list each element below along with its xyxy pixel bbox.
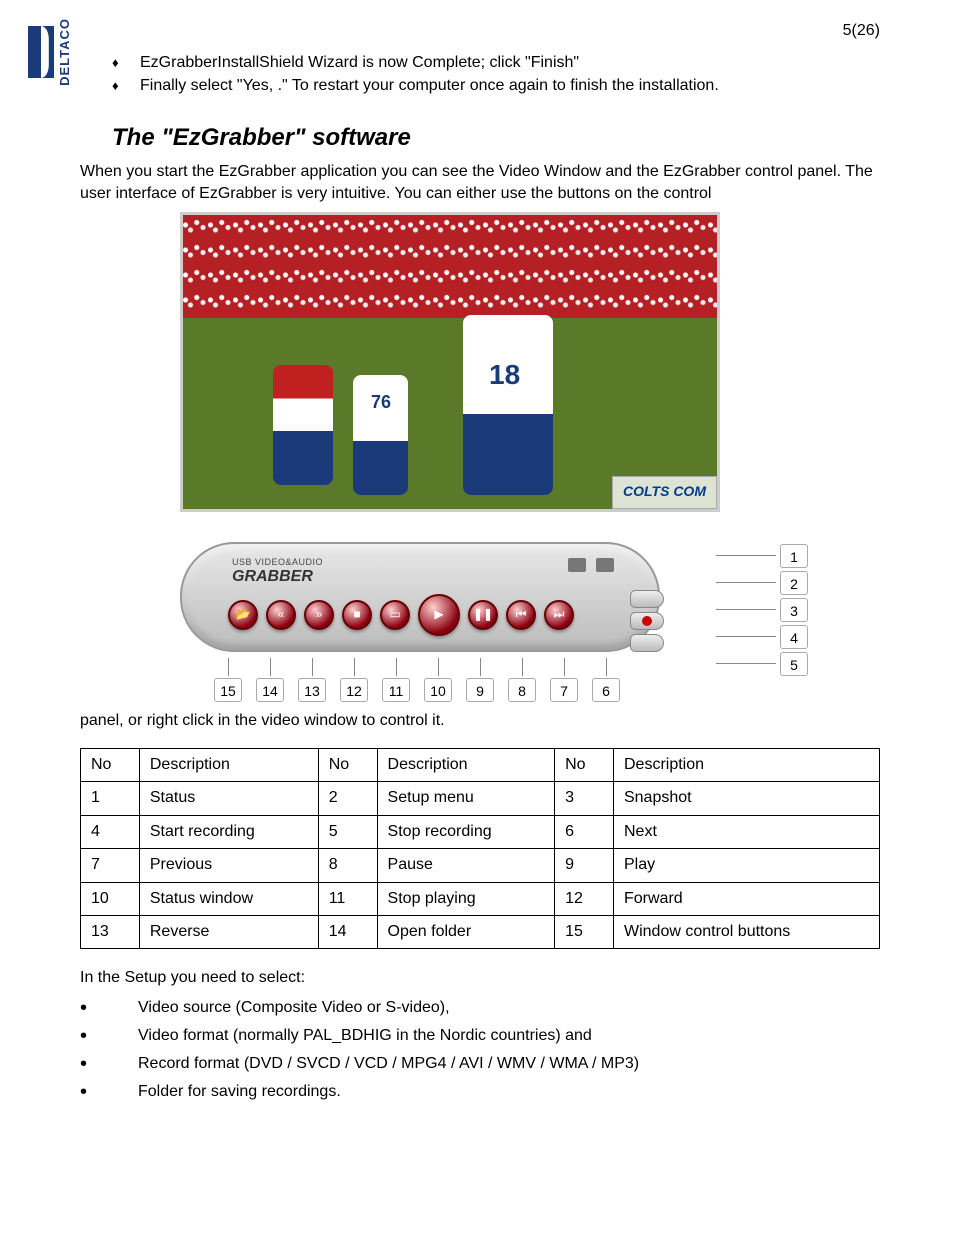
setup-icon[interactable] (596, 558, 614, 572)
stop-button[interactable]: ■ (342, 600, 372, 630)
previous-button[interactable]: ⏮ (506, 600, 536, 630)
banner-brand: COLTS COM (623, 483, 706, 499)
pause-button[interactable]: ❚❚ (468, 600, 498, 630)
callout-number: 3 (780, 598, 808, 622)
video-banner: COLTS COM (612, 476, 717, 508)
figure: 76 18 COLTS COM USB VIDEO&AUDIO GRABBER … (80, 212, 880, 702)
col-header: Description (377, 748, 555, 781)
setup-item: Video source (Composite Video or S-video… (80, 994, 880, 1022)
stop-record-button[interactable] (630, 634, 664, 652)
callout-number: 2 (780, 571, 808, 595)
jersey-number: 18 (489, 355, 520, 394)
panel-brand-label: GRABBER (232, 566, 313, 588)
table-row: 4Start recording5Stop recording6Next (81, 815, 880, 848)
player-illustration (273, 365, 333, 485)
callout-number: 1 (780, 544, 808, 568)
play-button[interactable]: ▶ (418, 594, 460, 636)
col-header: No (81, 748, 140, 781)
control-panel: USB VIDEO&AUDIO GRABBER 📂 « » ■ ▭ ▶ ❚❚ ⏮… (180, 542, 660, 652)
setup-intro: In the Setup you need to select: (80, 967, 880, 989)
status-icon[interactable] (568, 558, 586, 572)
record-button[interactable] (630, 612, 664, 630)
callout-number: 10 (424, 678, 452, 702)
callout-number: 9 (466, 678, 494, 702)
setup-list: Video source (Composite Video or S-video… (80, 994, 880, 1106)
reverse-button[interactable]: « (266, 600, 296, 630)
callout-number: 15 (214, 678, 242, 702)
install-step: Finally select "Yes, ." To restart your … (140, 75, 880, 97)
player-illustration (463, 315, 553, 495)
brand-logo: DELTACO (28, 18, 74, 86)
after-figure-text: panel, or right click in the video windo… (80, 710, 880, 732)
col-header: No (318, 748, 377, 781)
install-steps-list: EzGrabberInstallShield Wizard is now Com… (140, 52, 880, 97)
setup-item: Video format (normally PAL_BDHIG in the … (80, 1022, 880, 1050)
jersey-number: 76 (371, 390, 391, 415)
table-row: 13Reverse14Open folder15Window control b… (81, 915, 880, 948)
callout-number: 8 (508, 678, 536, 702)
status-window-button[interactable]: ▭ (380, 600, 410, 630)
callout-number: 4 (780, 625, 808, 649)
table-row: 1Status2Setup menu3Snapshot (81, 782, 880, 815)
col-header: Description (613, 748, 879, 781)
col-header: No (555, 748, 614, 781)
video-preview: 76 18 COLTS COM (180, 212, 720, 512)
brand-name: DELTACO (56, 18, 74, 86)
callout-number: 6 (592, 678, 620, 702)
callout-number: 13 (298, 678, 326, 702)
table-row: 10Status window11Stop playing12Forward (81, 882, 880, 915)
page-number: 5(26) (80, 20, 880, 42)
callout-number: 5 (780, 652, 808, 676)
setup-item: Record format (DVD / SVCD / VCD / MPG4 /… (80, 1050, 880, 1078)
install-step: EzGrabberInstallShield Wizard is now Com… (140, 52, 880, 74)
open-folder-button[interactable]: 📂 (228, 600, 258, 630)
section-intro: When you start the EzGrabber application… (80, 161, 880, 206)
setup-item: Folder for saving recordings. (80, 1078, 880, 1106)
logo-mark-icon (28, 26, 54, 78)
callout-number: 7 (550, 678, 578, 702)
next-button[interactable]: ⏭ (544, 600, 574, 630)
description-table: No Description No Description No Descrip… (80, 748, 880, 949)
callout-number: 14 (256, 678, 284, 702)
table-row: 7Previous8Pause9Play (81, 849, 880, 882)
table-header-row: No Description No Description No Descrip… (81, 748, 880, 781)
bottom-callout-group: 15 14 13 12 11 10 9 8 7 6 (214, 658, 620, 702)
callout-number: 11 (382, 678, 410, 702)
col-header: Description (139, 748, 318, 781)
section-title: The "EzGrabber" software (112, 121, 880, 155)
crowd-background (183, 215, 717, 318)
callout-number: 12 (340, 678, 368, 702)
side-callout-group: 1 2 3 4 5 (716, 544, 808, 676)
snapshot-button[interactable] (630, 590, 664, 608)
forward-button[interactable]: » (304, 600, 334, 630)
